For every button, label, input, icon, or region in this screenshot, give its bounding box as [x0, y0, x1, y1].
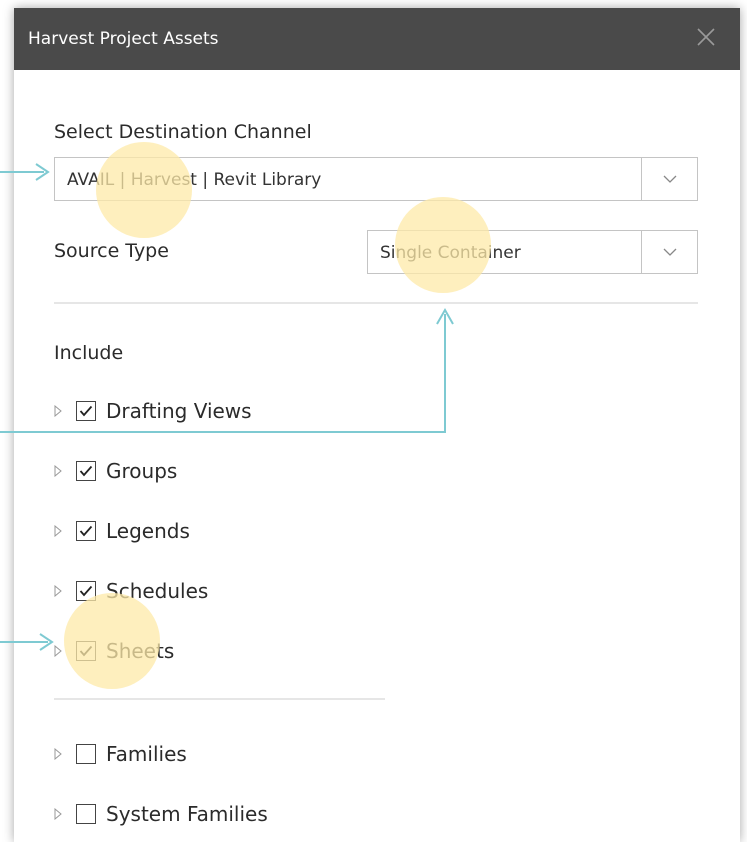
include-label: Include [54, 342, 124, 364]
close-icon[interactable] [694, 25, 718, 49]
source-type-dropdown-button[interactable] [641, 231, 697, 273]
harvest-dialog: Harvest Project Assets Select Destinatio… [14, 8, 740, 842]
tree-item-groups[interactable]: Groups [54, 456, 177, 486]
tree-item-label: Sheets [106, 639, 175, 663]
source-type-value: Single Container [380, 243, 521, 263]
expand-triangle-icon[interactable] [54, 645, 64, 657]
destination-select[interactable]: AVAIL | Harvest | Revit Library [54, 157, 698, 201]
tree-item-label: Schedules [106, 579, 209, 603]
expand-triangle-icon[interactable] [54, 465, 64, 477]
checkbox[interactable] [76, 804, 96, 824]
chevron-down-icon [663, 248, 676, 256]
source-type-select[interactable]: Single Container [367, 230, 698, 274]
expand-triangle-icon[interactable] [54, 748, 64, 760]
dialog-title: Harvest Project Assets [28, 29, 219, 49]
tree-item-legends[interactable]: Legends [54, 516, 190, 546]
tree-item-sheets[interactable]: Sheets [54, 636, 174, 666]
destination-value: AVAIL | Harvest | Revit Library [67, 170, 322, 190]
expand-triangle-icon[interactable] [54, 808, 64, 820]
tree-item-families[interactable]: Families [54, 739, 187, 769]
tree-item-label: System Families [106, 802, 268, 826]
checkmark-icon [79, 525, 93, 537]
source-type-label: Source Type [54, 240, 169, 262]
checkmark-icon [79, 645, 93, 657]
checkbox[interactable] [76, 461, 96, 481]
checkmark-icon [79, 405, 93, 417]
tree-item-system-families[interactable]: System Families [54, 799, 268, 829]
checkmark-icon [79, 585, 93, 597]
expand-triangle-icon[interactable] [54, 525, 64, 537]
section-divider [54, 302, 698, 304]
tree-item-label: Legends [106, 519, 190, 543]
checkbox[interactable] [76, 744, 96, 764]
tree-item-label: Drafting Views [106, 399, 252, 423]
checkmark-icon [79, 465, 93, 477]
destination-label: Select Destination Channel [54, 121, 312, 143]
destination-dropdown-button[interactable] [641, 158, 697, 200]
title-bar: Harvest Project Assets [14, 8, 740, 70]
checkbox[interactable] [76, 521, 96, 541]
tree-item-schedules[interactable]: Schedules [54, 576, 208, 606]
checkbox[interactable] [76, 641, 96, 661]
chevron-down-icon [663, 175, 676, 183]
tree-item-label: Families [106, 742, 187, 766]
expand-triangle-icon[interactable] [54, 585, 64, 597]
checkbox[interactable] [76, 401, 96, 421]
group-divider [54, 698, 385, 700]
tree-item-label: Groups [106, 459, 178, 483]
checkbox[interactable] [76, 581, 96, 601]
tree-item-drafting-views[interactable]: Drafting Views [54, 396, 252, 426]
expand-triangle-icon[interactable] [54, 405, 64, 417]
